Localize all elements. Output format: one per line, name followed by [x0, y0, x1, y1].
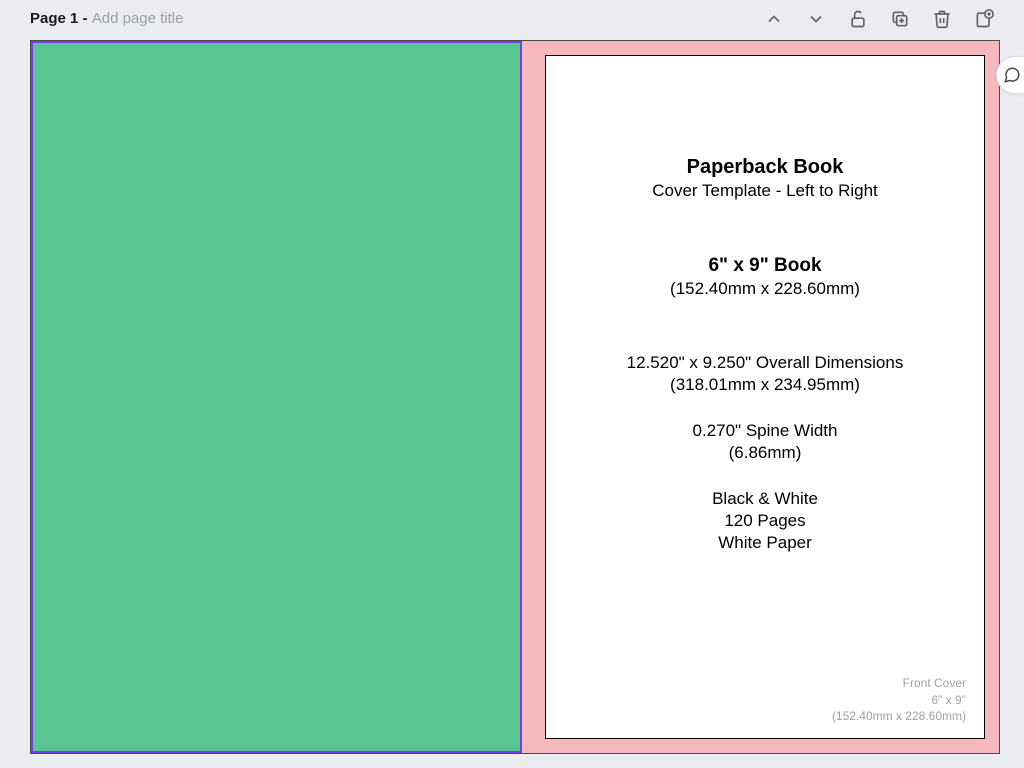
corner-size-mm: (152.40mm x 228.60mm) — [832, 708, 966, 724]
chevron-down-icon — [806, 9, 826, 29]
corner-title: Front Cover — [832, 675, 966, 691]
template-subtitle: Cover Template - Left to Right — [546, 181, 984, 201]
comments-toggle-button[interactable] — [996, 56, 1024, 94]
chevron-up-icon — [764, 9, 784, 29]
trash-icon — [932, 9, 952, 29]
comment-icon — [1003, 66, 1021, 84]
page-separator: - — [78, 10, 91, 27]
book-size-label: 6" x 9" Book — [546, 255, 984, 277]
paper-spec: White Paper — [546, 533, 984, 553]
template-title: Paperback Book — [546, 156, 984, 179]
pages-spec: 120 Pages — [546, 511, 984, 531]
front-cover-corner-label: Front Cover 6" x 9" (152.40mm x 228.60mm… — [832, 675, 966, 724]
duplicate-icon — [890, 9, 910, 29]
collapse-up-button[interactable] — [760, 5, 788, 33]
delete-button[interactable] — [928, 5, 956, 33]
front-cover-panel[interactable]: Paperback Book Cover Template - Left to … — [545, 55, 985, 739]
page-header: Page 1 - Add page title — [0, 0, 1024, 36]
expand-down-button[interactable] — [802, 5, 830, 33]
color-spec: Black & White — [546, 489, 984, 509]
back-cover-shape[interactable] — [31, 41, 522, 753]
canvas-viewport[interactable]: Paperback Book Cover Template - Left to … — [30, 40, 1000, 754]
spine-width: 0.270" Spine Width — [546, 421, 984, 441]
page-number-label: Page 1 — [30, 10, 78, 27]
add-page-button[interactable] — [970, 5, 998, 33]
page-title-placeholder[interactable]: Add page title — [92, 10, 184, 27]
add-page-icon — [974, 9, 994, 29]
corner-size: 6" x 9" — [832, 692, 966, 708]
overall-dimensions: 12.520" x 9.250" Overall Dimensions — [546, 353, 984, 373]
book-size-mm: (152.40mm x 228.60mm) — [546, 279, 984, 299]
duplicate-button[interactable] — [886, 5, 914, 33]
unlock-button[interactable] — [844, 5, 872, 33]
spine-width-mm: (6.86mm) — [546, 443, 984, 463]
unlock-icon — [848, 9, 868, 29]
page-toolbar — [760, 5, 1008, 33]
template-spec-text: Paperback Book Cover Template - Left to … — [546, 56, 984, 553]
overall-dimensions-mm: (318.01mm x 234.95mm) — [546, 375, 984, 395]
book-cover-template[interactable]: Paperback Book Cover Template - Left to … — [30, 40, 1000, 754]
page-title-group[interactable]: Page 1 - Add page title — [30, 10, 183, 28]
